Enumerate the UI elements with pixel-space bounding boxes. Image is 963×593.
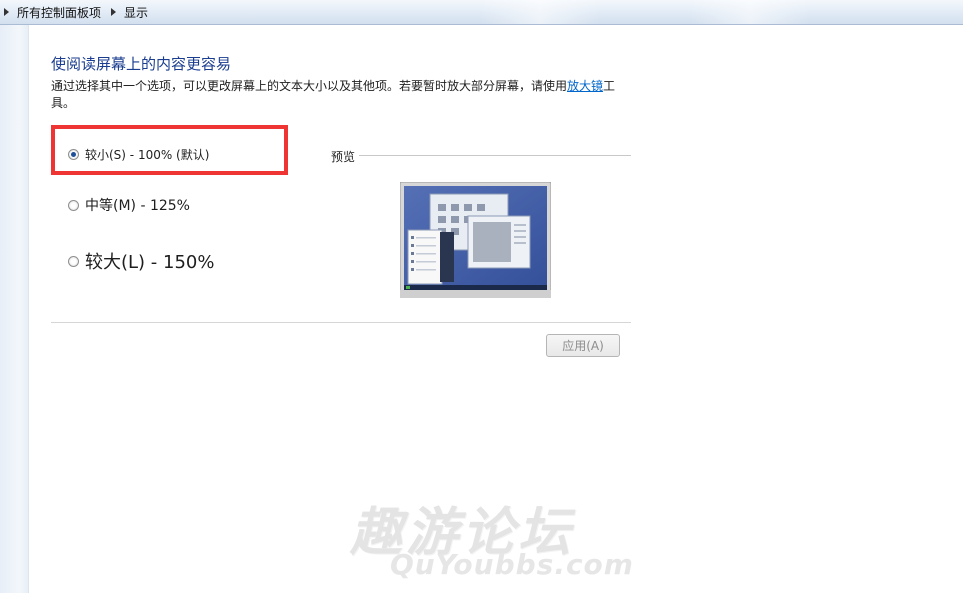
- left-pane: [0, 25, 29, 593]
- option-medium-label: 中等(M) - 125%: [85, 198, 190, 214]
- magnifier-link[interactable]: 放大镜: [567, 79, 603, 93]
- breadcrumb-item-control-panel[interactable]: 所有控制面板项: [15, 4, 103, 21]
- page-title: 使阅读屏幕上的内容更容易: [51, 55, 232, 73]
- breadcrumb-item-display[interactable]: 显示: [122, 4, 150, 21]
- address-bar: 所有控制面板项 显示: [0, 0, 963, 25]
- address-bar-glow: [480, 0, 600, 24]
- watermark-en: QuYoubbs.com: [390, 548, 634, 581]
- option-larger-label: 较大(L) - 150%: [85, 252, 215, 273]
- apply-button[interactable]: 应用(A): [546, 334, 620, 357]
- preview-label: 预览: [331, 148, 360, 165]
- option-smaller[interactable]: 较小(S) - 100% (默认): [68, 146, 209, 163]
- breadcrumb: 所有控制面板项 显示: [0, 0, 150, 24]
- radio-larger[interactable]: [68, 255, 79, 267]
- preview-monitor-image: [400, 182, 551, 298]
- section-divider: [51, 322, 631, 323]
- option-larger[interactable]: 较大(L) - 150%: [68, 248, 214, 274]
- option-medium[interactable]: 中等(M) - 125%: [68, 195, 190, 215]
- page-description: 通过选择其中一个选项，可以更改屏幕上的文本大小以及其他项。若要暂时放大部分屏幕，…: [51, 78, 621, 112]
- breadcrumb-arrow-icon[interactable]: [111, 8, 117, 16]
- watermark: 趣游论坛 QuYoubbs.com: [340, 490, 640, 581]
- radio-smaller[interactable]: [68, 149, 79, 160]
- description-text: 通过选择其中一个选项，可以更改屏幕上的文本大小以及其他项。若要暂时放大部分屏幕，…: [51, 79, 568, 93]
- preview-divider: [358, 155, 631, 156]
- watermark-cn: 趣游论坛: [350, 502, 575, 563]
- address-bar-glow: [690, 0, 810, 24]
- option-smaller-label: 较小(S) - 100% (默认): [85, 148, 210, 162]
- breadcrumb-arrow-icon[interactable]: [4, 8, 9, 16]
- radio-medium[interactable]: [68, 199, 79, 211]
